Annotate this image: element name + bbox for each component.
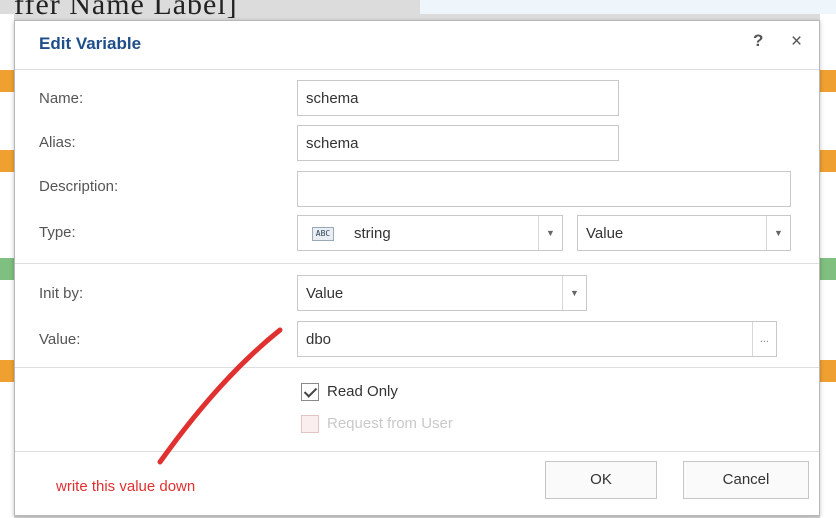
- name-label: Name:: [39, 90, 84, 107]
- browse-button[interactable]: ...: [752, 322, 776, 356]
- alias-field[interactable]: [297, 125, 619, 161]
- description-field[interactable]: [297, 171, 791, 207]
- alias-label: Alias:: [39, 134, 76, 151]
- background-accent: [820, 70, 836, 92]
- read-only-checkbox[interactable]: [301, 383, 319, 401]
- chevron-down-icon[interactable]: ▼: [766, 216, 790, 250]
- init-by-select[interactable]: Value ▼: [297, 275, 587, 311]
- close-icon[interactable]: ×: [791, 31, 802, 53]
- type-select[interactable]: ABC string ▼: [297, 215, 563, 251]
- init-by-value: Value: [306, 285, 344, 302]
- divider: [15, 367, 819, 368]
- help-icon[interactable]: ?: [753, 31, 763, 51]
- request-from-user-label: Request from User: [327, 415, 453, 432]
- name-field[interactable]: [297, 80, 619, 116]
- chevron-down-icon[interactable]: ▼: [538, 216, 562, 250]
- description-label: Description:: [39, 178, 119, 195]
- init-by-label: Init by:: [39, 285, 84, 302]
- type-label: Type:: [39, 224, 76, 241]
- dialog-title: Edit Variable: [39, 34, 142, 53]
- background-accent: [820, 360, 836, 382]
- value-field[interactable]: dbo ...: [297, 321, 777, 357]
- background-heading-text: ffer Name Label]: [14, 0, 238, 21]
- annotation-text: write this value down: [56, 478, 196, 495]
- divider: [15, 451, 819, 452]
- string-type-icon: ABC: [312, 227, 334, 241]
- divider: [15, 69, 819, 70]
- value-label: Value:: [39, 331, 81, 348]
- type-mode-select[interactable]: Value ▼: [577, 215, 791, 251]
- dialog-titlebar: Edit Variable ? ×: [15, 21, 819, 69]
- background-accent: [820, 258, 836, 280]
- edit-variable-dialog: Edit Variable ? × Name: Alias: Descripti…: [14, 20, 820, 516]
- cancel-button[interactable]: Cancel: [683, 461, 809, 499]
- divider: [15, 263, 819, 264]
- chevron-down-icon[interactable]: ▼: [562, 276, 586, 310]
- background-header-strip: [420, 0, 836, 14]
- ok-button[interactable]: OK: [545, 461, 657, 499]
- type-select-value: string: [354, 225, 391, 242]
- read-only-label: Read Only: [327, 383, 398, 400]
- request-from-user-checkbox: [301, 415, 319, 433]
- background-accent: [820, 150, 836, 172]
- type-mode-value: Value: [586, 225, 624, 242]
- value-field-text: dbo: [306, 331, 332, 348]
